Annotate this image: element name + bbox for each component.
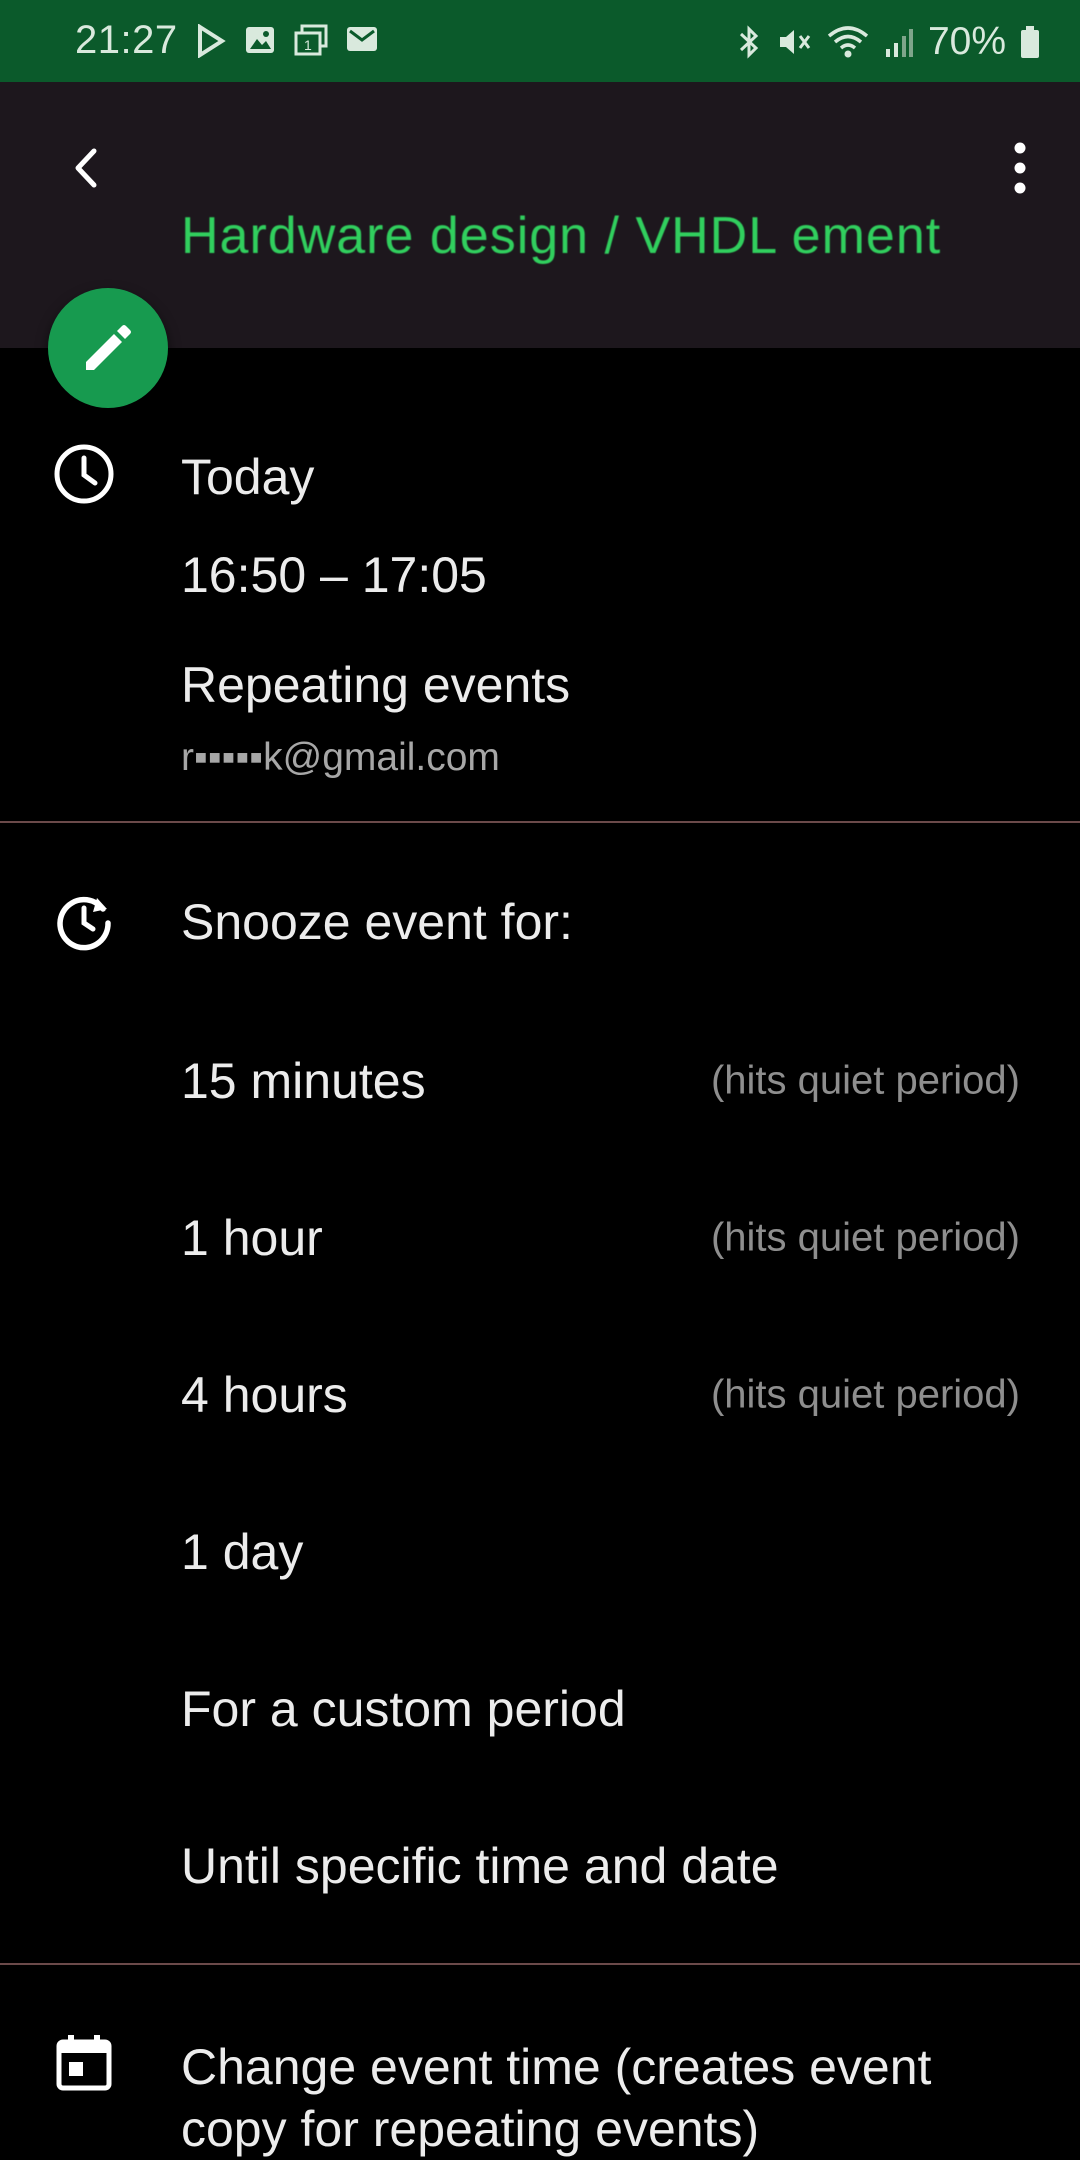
play-icon xyxy=(198,24,226,58)
overflow-menu-button[interactable] xyxy=(990,138,1050,198)
quiet-period-note: (hits quiet period) xyxy=(710,1215,1020,1259)
snooze-title: Snooze event for: xyxy=(181,894,573,950)
back-button[interactable] xyxy=(55,138,115,198)
quiet-period-note: (hits quiet period) xyxy=(710,1372,1020,1416)
snooze-option-15-minutes[interactable]: 15 minutes (hits quiet period) xyxy=(0,1002,1080,1159)
system-icons: 70% xyxy=(736,20,1040,64)
pencil-icon xyxy=(86,325,131,370)
snooze-icon xyxy=(53,890,115,952)
battery-percent: 70% xyxy=(927,20,1006,63)
snooze-option-4-hours[interactable]: 4 hours (hits quiet period) xyxy=(0,1316,1080,1473)
more-vert-icon xyxy=(1014,142,1026,194)
snooze-option-custom-period[interactable]: For a custom period xyxy=(0,1630,1080,1787)
snooze-option-1-hour[interactable]: 1 hour (hits quiet period) xyxy=(0,1159,1080,1316)
snooze-option-label: 4 hours xyxy=(181,1366,348,1423)
quiet-period-note: (hits quiet period) xyxy=(710,1058,1020,1102)
calendar-notification-icon: 1 xyxy=(294,24,328,56)
event-account: r▪▪▪▪▪k@gmail.com xyxy=(181,736,500,779)
status-bar: 21:27 1 70% xyxy=(0,0,1080,82)
image-icon xyxy=(246,27,274,53)
snooze-option-specific-time[interactable]: Until specific time and date xyxy=(0,1787,1080,1944)
back-arrow-icon xyxy=(75,148,97,188)
snooze-option-label: 1 hour xyxy=(181,1209,323,1266)
app-bar: Hardware design / VHDL ement xyxy=(0,82,1080,348)
mute-icon xyxy=(779,30,811,54)
battery-icon xyxy=(1021,26,1039,58)
event-title: Hardware design / VHDL ement xyxy=(181,207,942,265)
status-time: 21:27 xyxy=(75,18,178,62)
clock-icon xyxy=(53,443,115,505)
mail-icon xyxy=(347,27,377,51)
svg-text:1: 1 xyxy=(304,37,312,53)
calendar-icon xyxy=(53,2032,115,2094)
event-date: Today xyxy=(181,449,315,505)
divider xyxy=(0,1963,1080,1965)
bluetooth-icon xyxy=(739,25,759,59)
snooze-option-1-day[interactable]: 1 day xyxy=(0,1473,1080,1630)
divider xyxy=(0,821,1080,823)
event-time-range: 16:50 – 17:05 xyxy=(181,547,487,603)
wifi-icon xyxy=(827,26,869,58)
snooze-option-label: Until specific time and date xyxy=(181,1837,779,1894)
change-event-time-button[interactable]: Change event time (creates event copy fo… xyxy=(181,2036,1041,2160)
snooze-option-label: For a custom period xyxy=(181,1680,626,1737)
snooze-option-label: 15 minutes xyxy=(181,1052,426,1109)
notification-icons: 1 xyxy=(196,24,378,58)
edit-event-button[interactable] xyxy=(48,288,168,408)
event-calendar-name: Repeating events xyxy=(181,657,571,713)
snooze-option-label: 1 day xyxy=(181,1523,304,1580)
signal-icon xyxy=(885,29,913,57)
